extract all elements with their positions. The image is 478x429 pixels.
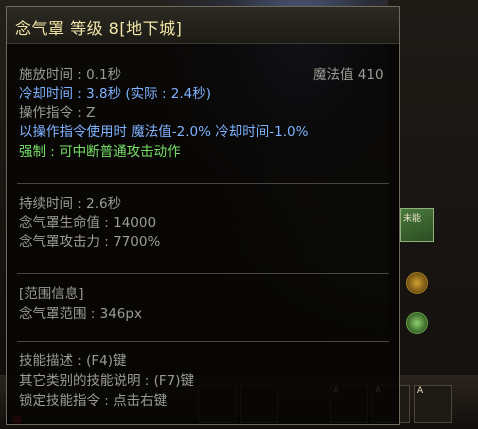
cast-time-text: 施放时间 : 0.1秒 (19, 67, 122, 83)
other-description-key-text: 其它类别的技能说明 : (F7)键 (19, 373, 195, 389)
section-divider (17, 273, 389, 274)
shield-attack-text: 念气罩攻击力 : 7700% (19, 234, 161, 250)
skill-tooltip: 念气罩 等级 8[地下城] 施放时间 : 0.1秒 魔法值 410 冷却时间 :… (6, 6, 400, 425)
command-text: 操作指令 : Z (19, 105, 96, 121)
gold-orb-icon[interactable] (406, 272, 428, 294)
section-divider (17, 183, 389, 184)
range-header-text: [范围信息] (19, 286, 84, 302)
hotbar-slot[interactable]: A (414, 385, 452, 423)
skill-title: 念气罩 等级 8[地下城] (15, 19, 183, 38)
hotbar-slot-badge: A (417, 386, 424, 396)
super-armor-text: 强制 : 可中断普通攻击动作 (19, 144, 181, 160)
green-orb-icon[interactable] (406, 312, 428, 334)
cooldown-text: 冷却时间 : 3.8秒 (实际 : 2.4秒) (19, 86, 212, 102)
lock-command-key-text: 锁定技能指令 : 点击右键 (19, 393, 168, 409)
section-divider (17, 341, 389, 342)
mana-cost-text: 魔法值 410 (313, 67, 384, 83)
tooltip-header: 念气罩 等级 8[地下城] (7, 7, 399, 44)
side-skill-panel: 未能 (388, 0, 478, 429)
range-text: 念气罩范围 : 346px (19, 306, 142, 322)
skill-slot-active[interactable]: 未能 (400, 208, 434, 242)
duration-text: 持续时间 : 2.6秒 (19, 196, 122, 212)
shield-hp-text: 念气罩生命值 : 14000 (19, 215, 157, 231)
command-bonus-text: 以操作指令使用时 魔法值-2.0% 冷却时间-1.0% (19, 124, 309, 140)
skill-slot-label: 未能 (403, 214, 422, 224)
skill-description-key-text: 技能描述 : (F4)键 (19, 353, 127, 369)
